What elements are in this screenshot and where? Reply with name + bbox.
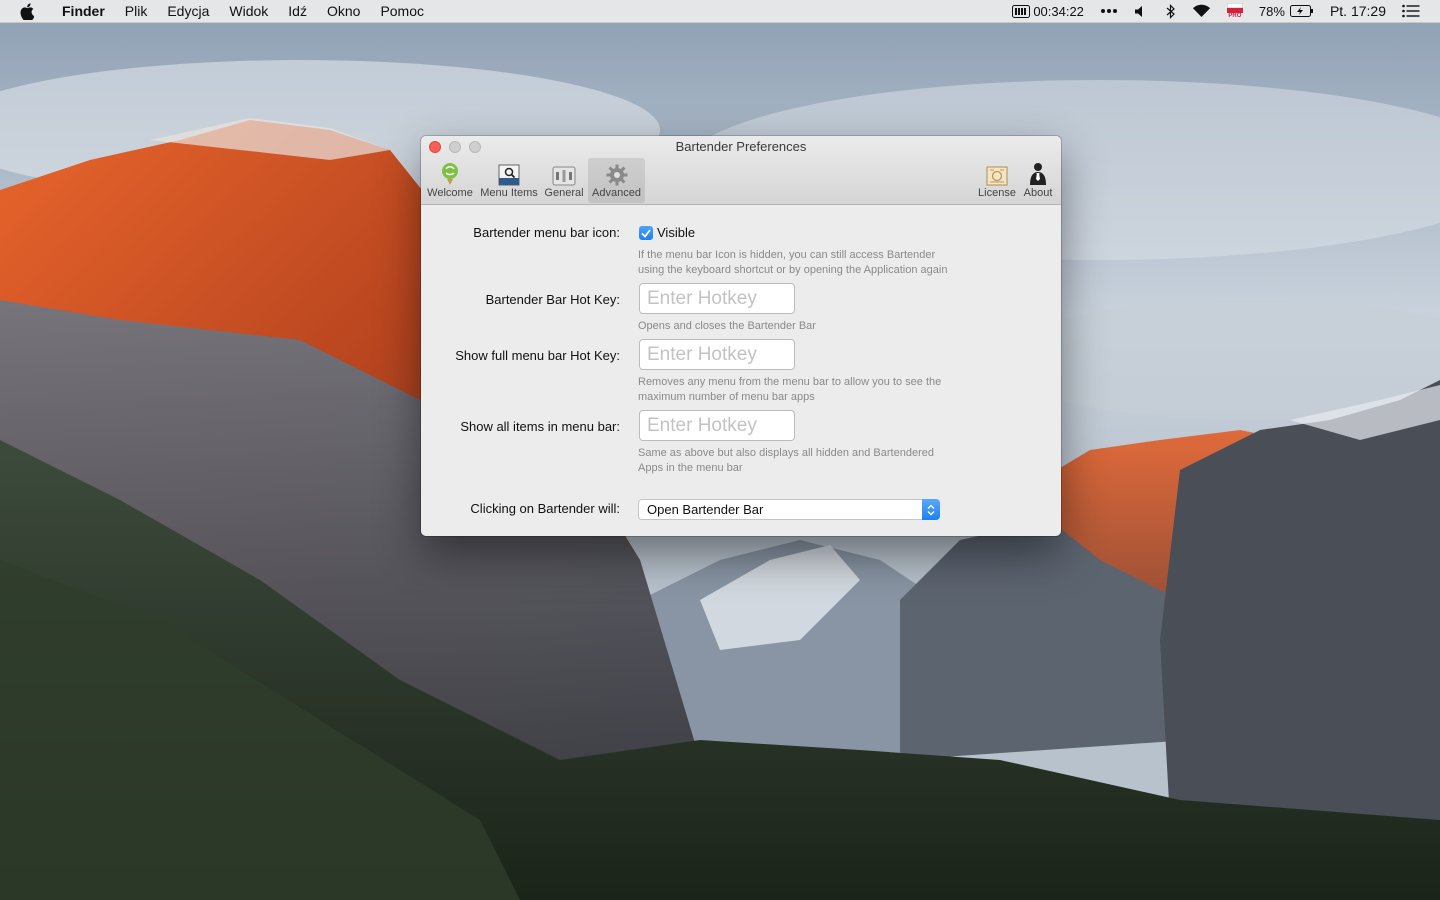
full-menu-hint-line-2: maximum number of menu bar apps [638, 391, 815, 403]
tab-license[interactable]: License [976, 158, 1018, 203]
tab-about-label: About [1023, 187, 1053, 199]
bluetooth-icon[interactable] [1166, 0, 1176, 22]
window-title: Bartender Preferences [675, 139, 807, 154]
battery-percent: 78% [1258, 3, 1285, 19]
timer-status[interactable]: 00:34:22 [1012, 0, 1084, 22]
tab-advanced[interactable]: Advanced [588, 158, 645, 203]
volume-icon[interactable] [1134, 0, 1146, 22]
visible-hint-line-1: If the menu bar Icon is hidden, you can … [638, 249, 936, 261]
tab-general[interactable]: General [543, 158, 585, 203]
menu-bar: Finder Plik Edycja Widok Idź Okno Pomoc … [0, 0, 1440, 23]
tab-welcome-label: Welcome [427, 187, 473, 199]
title-bar: Bartender Preferences Welcome Menu Items… [421, 136, 1061, 205]
menu-okno[interactable]: Okno [317, 0, 370, 22]
visible-hint-line-2: using the keyboard shortcut or by openin… [638, 264, 948, 276]
battery-icon [1289, 5, 1313, 17]
advanced-gear-icon [606, 164, 627, 186]
control-center-icon[interactable] [1402, 0, 1420, 22]
full-menu-hint: Removes any menu from the menu bar to al… [638, 375, 978, 405]
tab-advanced-label: Advanced [592, 187, 641, 199]
tab-license-label: License [978, 187, 1016, 199]
wifi-icon[interactable] [1192, 0, 1211, 22]
tab-general-label: General [544, 187, 584, 199]
bar-hotkey-field[interactable]: Enter Hotkey [639, 283, 795, 314]
bar-hotkey-label: Bartender Bar Hot Key: [485, 292, 620, 307]
all-items-hint-line-2: Apps in the menu bar [638, 462, 743, 474]
battery-status[interactable]: 78% [1259, 0, 1314, 22]
select-arrows-icon [922, 499, 940, 520]
all-items-hotkey-field[interactable]: Enter Hotkey [639, 410, 795, 441]
all-items-hint: Same as above but also displays all hidd… [638, 446, 978, 476]
menu-finder[interactable]: Finder [54, 0, 115, 22]
menu-idz[interactable]: Idź [278, 0, 317, 22]
visible-checkbox[interactable] [639, 226, 653, 240]
more-icon[interactable] [1100, 0, 1118, 22]
menu-bar-icon-label: Bartender menu bar icon: [473, 225, 620, 240]
bar-hotkey-hint: Opens and closes the Bartender Bar [638, 320, 816, 332]
full-menu-hotkey-label: Show full menu bar Hot Key: [455, 348, 620, 363]
tab-menu-items-label: Menu Items [480, 187, 538, 199]
all-items-label: Show all items in menu bar: [460, 419, 620, 434]
clicking-action-select[interactable]: Open Bartender Bar [638, 499, 940, 520]
clock[interactable]: Pt. 17:29 [1330, 0, 1386, 22]
menu-items-icon [498, 164, 520, 186]
tab-menu-items[interactable]: Menu Items [479, 158, 539, 203]
tab-about[interactable]: About [1021, 158, 1055, 203]
visible-label[interactable]: Visible [657, 225, 695, 240]
all-items-hint-line-1: Same as above but also displays all hidd… [638, 447, 934, 459]
flag-badge: PRO [1228, 12, 1242, 19]
menu-widok[interactable]: Widok [219, 0, 278, 22]
checkmark-icon [641, 228, 651, 238]
about-icon [1030, 163, 1046, 185]
general-icon [552, 166, 576, 186]
full-menu-hint-line-1: Removes any menu from the menu bar to al… [638, 376, 942, 388]
license-icon [986, 166, 1008, 186]
clicking-action-value: Open Bartender Bar [647, 502, 764, 517]
visible-hint: If the menu bar Icon is hidden, you can … [638, 248, 978, 278]
menu-plik[interactable]: Plik [115, 0, 158, 22]
timer-icon [1012, 4, 1031, 18]
full-menu-hotkey-field[interactable]: Enter Hotkey [639, 339, 795, 370]
flag-icon[interactable]: PRO [1226, 0, 1243, 22]
clicking-label: Clicking on Bartender will: [470, 501, 620, 516]
tab-welcome[interactable]: Welcome [426, 158, 474, 203]
preferences-window: Bartender Preferences Welcome Menu Items… [421, 136, 1061, 536]
advanced-settings-panel: Bartender menu bar icon: Visible If the … [421, 205, 1061, 536]
menu-edycja[interactable]: Edycja [157, 0, 219, 22]
apple-icon[interactable] [20, 2, 38, 20]
menu-pomoc[interactable]: Pomoc [370, 0, 434, 22]
welcome-icon [442, 163, 458, 185]
timer-text: 00:34:22 [1033, 3, 1084, 19]
